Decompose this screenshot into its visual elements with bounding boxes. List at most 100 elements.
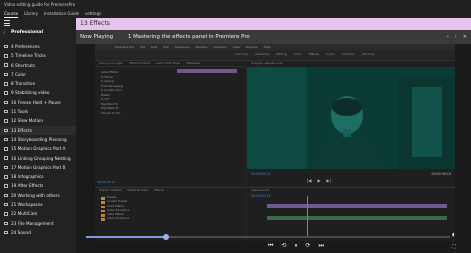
- timeline-panel: Sequence 01 00:00:05:11: [247, 187, 455, 241]
- sidebar-item[interactable]: 13 Effects: [0, 125, 76, 135]
- sidebar-item[interactable]: 21 Workspaces: [0, 200, 76, 209]
- next-lesson-icon[interactable]: ›: [455, 30, 457, 44]
- video-frame[interactable]: Premiere Pro File Edit Clip Sequence Markers G…: [95, 44, 455, 241]
- sidebar-item[interactable]: 15 Motion Graphics Part A: [0, 144, 76, 153]
- sidebar-item[interactable]: 7 Color: [0, 70, 76, 79]
- effect-panel-tab: Effect Controls: [129, 61, 150, 65]
- sidebar-item[interactable]: 11 Tools: [0, 107, 76, 116]
- pause-icon[interactable]: ⏸: [294, 242, 297, 250]
- lesson-icon: [4, 128, 8, 133]
- sidebar-item-label: 9 Stabilizing video: [11, 90, 50, 96]
- lesson-icon: [4, 184, 8, 188]
- player-controls: ⏮ ⟲ ⏸ ⟳ ⏭: [268, 242, 324, 250]
- sidebar-item-label: 23 File Management: [11, 220, 54, 226]
- sidebar-item-label: 21 Workspaces: [11, 202, 43, 208]
- lesson-icon: [4, 100, 8, 105]
- workspace-tab: Color: [293, 52, 302, 56]
- lesson-icon: [4, 202, 8, 207]
- effect-clip-bar: [177, 69, 237, 73]
- video-scene: [247, 67, 455, 169]
- sidebar-item-label: 24 Sound: [11, 229, 31, 235]
- effect-controls-panel: Source: (no clips) Effect Controls Audio T…: [95, 60, 245, 186]
- sidebar-item-label: 6 Shortcuts: [11, 62, 36, 68]
- menu-settings[interactable]: settings: [85, 9, 101, 18]
- lesson-icon: [4, 147, 8, 151]
- program-tab: Program: Sequence 01: [251, 61, 283, 65]
- hamburger-icon[interactable]: [4, 20, 10, 26]
- menu-bar: Course Library Installation Guide settin…: [0, 9, 471, 18]
- back-arrow-icon[interactable]: ‹: [3, 30, 5, 36]
- now-playing-title: 1 Mastering the effects panel in Premier…: [128, 34, 250, 40]
- timeline-clip-audio: [267, 216, 447, 220]
- project-panel: Project: Untitled Media Browser Effects Pr…: [95, 187, 245, 241]
- lesson-icon: [4, 193, 8, 198]
- play-icon[interactable]: ▶: [317, 178, 320, 183]
- effect-row: Amount to Tint: [101, 111, 121, 115]
- sidebar-item-label: 20 Working with others: [11, 192, 60, 198]
- sidebar-item[interactable]: 18 Infographics: [0, 172, 76, 181]
- sidebar-item-label: 5 Timeline Tricks: [11, 53, 46, 59]
- sidebar-item[interactable]: 9 Stabilizing video: [0, 88, 76, 97]
- sidebar-item[interactable]: 14 Storyboarding Planning: [0, 135, 76, 144]
- project-panel-tab: Media Browser: [127, 188, 149, 192]
- timeline-playhead: [307, 196, 308, 236]
- effect-panel-tab: Audio Track Mixer: [155, 61, 181, 65]
- sidebar-section-title: Professional: [11, 30, 44, 35]
- menu-library[interactable]: Library: [24, 9, 38, 18]
- rewind-icon[interactable]: ⟲: [281, 242, 286, 250]
- now-playing-bar: Now Playing 1 Mastering the effects pane…: [76, 30, 471, 44]
- step-forward-icon[interactable]: ▶|: [327, 178, 331, 183]
- sidebar: ‹ Professional 4 Preferences 5 Timeline T…: [0, 18, 76, 253]
- menu-course[interactable]: Course: [4, 9, 18, 18]
- sidebar-list: 4 Preferences 5 Timeline Tricks 6 Shortcut…: [0, 42, 76, 237]
- sidebar-item[interactable]: 6 Shortcuts: [0, 61, 76, 70]
- volume-icon[interactable]: ◖: [452, 232, 456, 238]
- close-icon[interactable]: ✕: [463, 30, 467, 44]
- timeline-clip-video: [267, 204, 447, 208]
- project-panel-tab: Project: Untitled: [99, 188, 122, 192]
- previous-icon[interactable]: ⏮: [268, 242, 273, 250]
- lesson-icon: [4, 63, 8, 67]
- next-icon[interactable]: ⏭: [318, 242, 323, 250]
- menu-installation-guide[interactable]: Installation Guide: [44, 9, 79, 18]
- sidebar-item[interactable]: 5 Timeline Tricks: [0, 51, 76, 60]
- lesson-icon: [4, 221, 8, 226]
- sidebar-item[interactable]: 16 Linking Grouping Nesting: [0, 154, 76, 163]
- fullscreen-icon[interactable]: ⛶: [452, 244, 456, 250]
- workspace-tab: Audio: [326, 52, 335, 56]
- prev-lesson-icon[interactable]: ‹: [447, 30, 449, 44]
- sidebar-item-label: 10 Freeze Hold + Pause: [11, 99, 61, 105]
- workspace-tab: Editing: [276, 52, 287, 56]
- timeline-tab: Sequence 01: [251, 188, 270, 192]
- sidebar-item-label: 7 Color: [11, 71, 26, 77]
- sidebar-item[interactable]: 24 Sound: [0, 228, 76, 237]
- sidebar-item[interactable]: 4 Preferences: [0, 42, 76, 51]
- project-panel-tab: Effects: [154, 188, 164, 192]
- sidebar-item[interactable]: 8 Transition: [0, 79, 76, 88]
- sidebar-item-label: 16 Linking Grouping Nesting: [11, 155, 71, 161]
- timeline-timecode: 00:00:05:11: [251, 194, 271, 198]
- lesson-icon: [4, 82, 8, 86]
- lesson-icon: [4, 156, 8, 160]
- forward-icon[interactable]: ⟳: [305, 242, 310, 250]
- scene-image: [247, 67, 455, 169]
- progress-bar[interactable]: [86, 234, 450, 240]
- sidebar-item-label: 11 Tools: [11, 109, 28, 115]
- workspace-tab: Learning: [235, 52, 249, 56]
- sidebar-item[interactable]: 19 After Effects: [0, 181, 76, 190]
- lesson-icon: [4, 91, 8, 95]
- window-title: Video editing guide for PremierePro: [0, 0, 471, 9]
- sidebar-item[interactable]: 12 Slow Motion: [0, 116, 76, 125]
- workspace-tab: Assembly: [255, 52, 270, 56]
- sidebar-item[interactable]: 22 MultiCam: [0, 209, 76, 218]
- effect-panel-tab: Metadata: [186, 61, 200, 65]
- project-folder-row: Video Transitions: [95, 217, 245, 222]
- sidebar-item[interactable]: 10 Freeze Hold + Pause: [0, 98, 76, 107]
- page-title: 13 Effects: [76, 18, 471, 30]
- sidebar-item-label: 12 Slow Motion: [11, 118, 43, 124]
- sidebar-item[interactable]: 20 Working with others: [0, 191, 76, 200]
- sidebar-item[interactable]: 23 File Management: [0, 219, 76, 228]
- sidebar-item-label: 18 Infographics: [11, 174, 44, 180]
- sidebar-item[interactable]: 17 Motion Graphics Part B: [0, 163, 76, 172]
- step-back-icon[interactable]: |◀: [307, 178, 311, 183]
